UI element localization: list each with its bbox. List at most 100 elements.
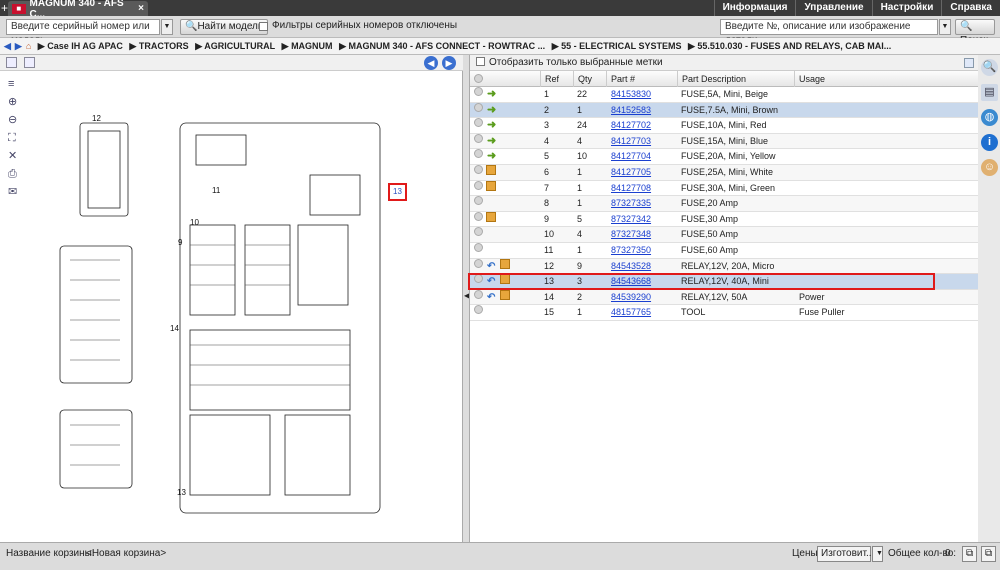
package-icon[interactable] <box>500 258 510 269</box>
crumb-brand[interactable]: ▶ Case IH AG APAC <box>38 38 123 54</box>
table-row[interactable]: ↶ 13 3 84543668 RELAY,12V, 40A, Mini <box>470 274 978 290</box>
fit-icon[interactable]: ⛶ <box>8 132 22 144</box>
back-icon[interactable]: ◀ <box>4 38 11 54</box>
col-usage[interactable]: Usage <box>794 71 825 87</box>
table-row[interactable]: ➜ 3 24 84127702 FUSE,10A, Mini, Red <box>470 118 978 134</box>
zoom-search-icon[interactable]: 🔍 <box>981 59 998 76</box>
add-to-basket-icon[interactable] <box>474 289 483 299</box>
fuse-diagram[interactable]: 12 10 11 9 15 14 13 <box>40 115 420 525</box>
callout-13b[interactable]: 13 <box>177 488 186 497</box>
table-row[interactable]: 8 1 87327335 FUSE,20 Amp <box>470 196 978 212</box>
add-to-basket-icon[interactable] <box>474 274 483 284</box>
add-to-basket-icon[interactable] <box>474 196 483 206</box>
table-row[interactable]: ➜ 2 1 84152583 FUSE,7.5A, Mini, Brown <box>470 102 978 119</box>
diagram-forward-icon[interactable]: ▶ <box>442 56 456 70</box>
menu-settings[interactable]: Настройки <box>871 0 942 16</box>
filter-checkbox[interactable] <box>476 57 485 66</box>
row-part-link[interactable]: 84152583 <box>611 103 651 118</box>
replacement-arrow-icon[interactable]: ➜ <box>487 134 498 147</box>
table-row[interactable]: 9 5 87327342 FUSE,30 Amp <box>470 211 978 228</box>
add-to-basket-icon[interactable] <box>474 118 483 128</box>
email-icon[interactable]: ✉ <box>8 186 22 198</box>
zoom-out-icon[interactable]: ⊖ <box>8 114 22 126</box>
add-to-basket-icon[interactable] <box>474 227 483 237</box>
table-row[interactable]: 15 1 48157765 TOOL Fuse Puller <box>470 305 978 321</box>
package-icon[interactable] <box>486 180 496 191</box>
diagram-back-icon[interactable]: ◀ <box>424 56 438 70</box>
row-part-link[interactable]: 84543668 <box>611 274 651 289</box>
document-icon[interactable]: ▤ <box>981 84 998 101</box>
home-icon[interactable]: ⌂ <box>26 38 31 54</box>
col-desc[interactable]: Part Description <box>677 71 746 87</box>
row-part-link[interactable]: 84127705 <box>611 165 651 180</box>
add-to-basket-icon[interactable] <box>474 164 483 174</box>
row-part-link[interactable]: 84153830 <box>611 87 651 102</box>
table-row[interactable]: ➜ 4 4 84127703 FUSE,15A, Mini, Blue <box>470 133 978 150</box>
row-part-link[interactable]: 87327342 <box>611 212 651 227</box>
row-part-link[interactable]: 87327348 <box>611 227 651 242</box>
globe-icon[interactable]: ◍ <box>981 109 998 126</box>
table-row[interactable]: 10 4 87327348 FUSE,50 Amp <box>470 227 978 243</box>
add-to-basket-icon[interactable] <box>474 305 483 315</box>
table-row[interactable]: ➜ 1 22 84153830 FUSE,5A, Mini, Beige <box>470 87 978 103</box>
table-row[interactable]: ↶ 14 2 84539290 RELAY,12V, 50A Power <box>470 289 978 306</box>
basket-name[interactable]: <Новая корзина> <box>86 547 166 561</box>
row-part-link[interactable]: 84127702 <box>611 118 651 133</box>
col-qty[interactable]: Qty <box>573 71 592 87</box>
clear-icon[interactable]: ✕ <box>8 150 22 162</box>
part-search-input[interactable]: Введите №, описание или изображение дета… <box>720 19 938 46</box>
add-to-basket-icon[interactable] <box>474 149 483 159</box>
row-part-link[interactable]: 84127703 <box>611 134 651 149</box>
serial-dropdown-icon[interactable]: ▼ <box>161 19 173 35</box>
return-arrow-icon[interactable]: ↶ <box>487 290 495 305</box>
replacement-arrow-icon[interactable]: ➜ <box>487 103 498 116</box>
page-next-icon[interactable] <box>24 57 35 68</box>
package-icon[interactable] <box>486 211 496 222</box>
col-ref[interactable]: Ref <box>540 71 559 87</box>
basket-button[interactable]: ⧉ <box>981 546 996 562</box>
menu-help[interactable]: Справка <box>941 0 1000 16</box>
table-row[interactable]: ↶ 12 9 84543528 RELAY,12V, 20A, Micro <box>470 258 978 275</box>
list-icon[interactable]: ≡ <box>8 78 22 90</box>
callout-11[interactable]: 11 <box>212 186 221 195</box>
replacement-arrow-icon[interactable]: ➜ <box>487 87 498 100</box>
row-part-link[interactable]: 84539290 <box>611 290 651 305</box>
row-part-link[interactable]: 87327350 <box>611 243 651 258</box>
replacement-arrow-icon[interactable]: ➜ <box>487 118 498 131</box>
serial-filter-checkbox[interactable] <box>259 22 268 31</box>
prices-dropdown-icon[interactable]: ▼ <box>872 546 883 562</box>
find-model-button[interactable]: 🔍Найти модель <box>180 19 269 35</box>
menu-manage[interactable]: Управление <box>795 0 871 16</box>
print-icon[interactable]: ⎙ <box>8 168 22 180</box>
package-icon[interactable] <box>500 274 510 285</box>
user-help-icon[interactable]: ☺ <box>981 159 998 176</box>
copy-button[interactable]: ⧉ <box>962 546 977 562</box>
callout-14[interactable]: 14 <box>170 324 179 333</box>
menu-info[interactable]: Информация <box>713 0 796 16</box>
row-part-link[interactable]: 84127704 <box>611 149 651 164</box>
close-tab-icon[interactable]: × <box>138 3 144 14</box>
return-arrow-icon[interactable]: ↶ <box>487 274 495 289</box>
package-icon[interactable] <box>500 289 510 300</box>
row-part-link[interactable]: 84543528 <box>611 259 651 274</box>
row-part-link[interactable]: 84127708 <box>611 181 651 196</box>
row-part-link[interactable]: 87327335 <box>611 196 651 211</box>
row-part-link[interactable]: 48157765 <box>611 305 651 320</box>
crumb-electrical[interactable]: ▶ 55 - ELECTRICAL SYSTEMS <box>552 38 682 54</box>
add-to-basket-icon[interactable] <box>474 180 483 190</box>
crumb-fuses[interactable]: ▶ 55.510.030 - FUSES AND RELAYS, CAB MAI… <box>688 38 891 54</box>
crumb-agricultural[interactable]: ▶ AGRICULTURAL <box>195 38 275 54</box>
return-arrow-icon[interactable]: ↶ <box>487 259 495 274</box>
diagram-highlight-13[interactable]: 13 <box>388 183 407 201</box>
add-to-basket-icon[interactable] <box>474 211 483 221</box>
add-to-basket-icon[interactable] <box>474 242 483 252</box>
zoom-in-icon[interactable]: ⊕ <box>8 96 22 108</box>
serial-input[interactable]: Введите серийный номер или модель <box>6 19 160 46</box>
new-tab-icon[interactable]: + <box>1 1 8 15</box>
crumb-model[interactable]: ▶ MAGNUM 340 - AFS CONNECT - ROWTRAC ... <box>339 38 545 54</box>
forward-icon[interactable]: ▶ <box>15 38 22 54</box>
table-row[interactable]: 7 1 84127708 FUSE,30A, Mini, Green <box>470 180 978 197</box>
callout-9[interactable]: 9 <box>178 238 183 247</box>
add-to-basket-icon[interactable] <box>474 258 483 268</box>
export-icon[interactable] <box>964 58 974 68</box>
